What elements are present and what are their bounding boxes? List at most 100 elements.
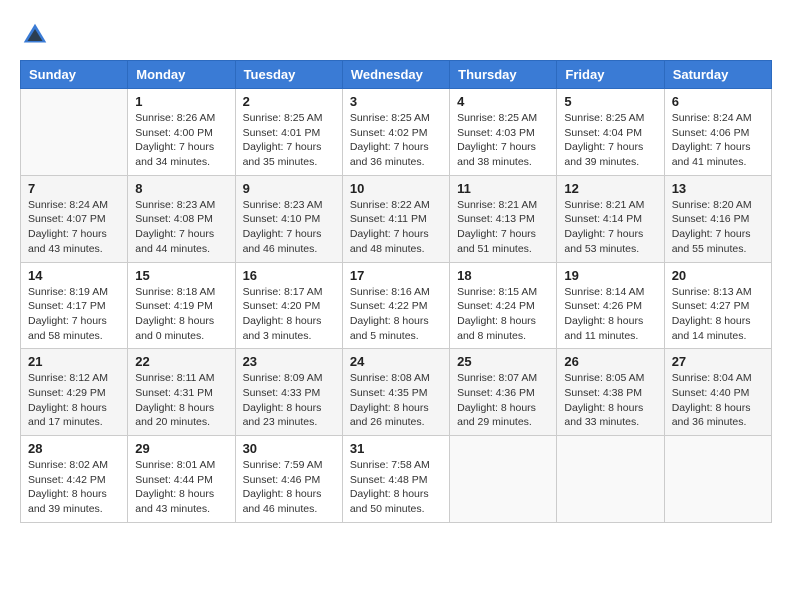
day-number: 12 — [564, 181, 656, 196]
day-number: 30 — [243, 441, 335, 456]
day-number: 11 — [457, 181, 549, 196]
weekday-header-saturday: Saturday — [664, 61, 771, 89]
day-info: Sunrise: 8:25 AMSunset: 4:04 PMDaylight:… — [564, 111, 656, 170]
day-number: 18 — [457, 268, 549, 283]
day-number: 28 — [28, 441, 120, 456]
day-info: Sunrise: 8:22 AMSunset: 4:11 PMDaylight:… — [350, 198, 442, 257]
day-info: Sunrise: 8:21 AMSunset: 4:14 PMDaylight:… — [564, 198, 656, 257]
day-cell: 10 Sunrise: 8:22 AMSunset: 4:11 PMDayligh… — [342, 175, 449, 262]
day-info: Sunrise: 8:01 AMSunset: 4:44 PMDaylight:… — [135, 458, 227, 517]
day-cell: 15 Sunrise: 8:18 AMSunset: 4:19 PMDayligh… — [128, 262, 235, 349]
day-info: Sunrise: 7:59 AMSunset: 4:46 PMDaylight:… — [243, 458, 335, 517]
day-number: 19 — [564, 268, 656, 283]
day-info: Sunrise: 8:24 AMSunset: 4:07 PMDaylight:… — [28, 198, 120, 257]
day-number: 23 — [243, 354, 335, 369]
day-number: 15 — [135, 268, 227, 283]
day-number: 6 — [672, 94, 764, 109]
day-info: Sunrise: 8:24 AMSunset: 4:06 PMDaylight:… — [672, 111, 764, 170]
day-cell — [21, 89, 128, 176]
day-info: Sunrise: 8:17 AMSunset: 4:20 PMDaylight:… — [243, 285, 335, 344]
week-row-3: 14Sunrise: 8:19 AMSunset: 4:17 PMDayligh… — [21, 262, 772, 349]
day-cell: 9 Sunrise: 8:23 AMSunset: 4:10 PMDaylight… — [235, 175, 342, 262]
day-number: 29 — [135, 441, 227, 456]
day-number: 4 — [457, 94, 549, 109]
weekday-header-friday: Friday — [557, 61, 664, 89]
day-cell: 16 Sunrise: 8:17 AMSunset: 4:20 PMDayligh… — [235, 262, 342, 349]
day-cell: 27Sunrise: 8:04 AMSunset: 4:40 PMDayligh… — [664, 349, 771, 436]
week-row-4: 21 Sunrise: 8:12 AMSunset: 4:29 PMDayligh… — [21, 349, 772, 436]
day-cell: 22 Sunrise: 8:11 AMSunset: 4:31 PMDayligh… — [128, 349, 235, 436]
day-cell: 20 Sunrise: 8:13 AMSunset: 4:27 PMDayligh… — [664, 262, 771, 349]
week-row-5: 28 Sunrise: 8:02 AMSunset: 4:42 PMDayligh… — [21, 436, 772, 523]
logo — [20, 20, 52, 50]
weekday-header-thursday: Thursday — [450, 61, 557, 89]
day-info: Sunrise: 8:23 AMSunset: 4:10 PMDaylight:… — [243, 198, 335, 257]
day-cell: 2 Sunrise: 8:25 AMSunset: 4:01 PMDaylight… — [235, 89, 342, 176]
day-cell: 11 Sunrise: 8:21 AMSunset: 4:13 PMDayligh… — [450, 175, 557, 262]
day-cell: 25 Sunrise: 8:07 AMSunset: 4:36 PMDayligh… — [450, 349, 557, 436]
day-cell: 18 Sunrise: 8:15 AMSunset: 4:24 PMDayligh… — [450, 262, 557, 349]
weekday-header-sunday: Sunday — [21, 61, 128, 89]
day-cell: 3 Sunrise: 8:25 AMSunset: 4:02 PMDaylight… — [342, 89, 449, 176]
day-info: Sunrise: 8:23 AMSunset: 4:08 PMDaylight:… — [135, 198, 227, 257]
day-number: 5 — [564, 94, 656, 109]
weekday-header-monday: Monday — [128, 61, 235, 89]
day-cell: 8 Sunrise: 8:23 AMSunset: 4:08 PMDaylight… — [128, 175, 235, 262]
day-number: 20 — [672, 268, 764, 283]
day-number: 31 — [350, 441, 442, 456]
day-cell: 31 Sunrise: 7:58 AMSunset: 4:48 PMDayligh… — [342, 436, 449, 523]
day-number: 8 — [135, 181, 227, 196]
day-info: Sunrise: 8:25 AMSunset: 4:02 PMDaylight:… — [350, 111, 442, 170]
day-info: Sunrise: 8:09 AMSunset: 4:33 PMDaylight:… — [243, 371, 335, 430]
day-info: Sunrise: 8:19 AMSunset: 4:17 PMDaylight:… — [28, 285, 120, 344]
week-row-1: 1Sunrise: 8:26 AMSunset: 4:00 PMDaylight… — [21, 89, 772, 176]
day-number: 27 — [672, 354, 764, 369]
weekday-header-row: SundayMondayTuesdayWednesdayThursdayFrid… — [21, 61, 772, 89]
day-info: Sunrise: 8:21 AMSunset: 4:13 PMDaylight:… — [457, 198, 549, 257]
day-cell: 30 Sunrise: 7:59 AMSunset: 4:46 PMDayligh… — [235, 436, 342, 523]
day-cell: 1Sunrise: 8:26 AMSunset: 4:00 PMDaylight… — [128, 89, 235, 176]
day-cell: 17 Sunrise: 8:16 AMSunset: 4:22 PMDayligh… — [342, 262, 449, 349]
day-cell: 13Sunrise: 8:20 AMSunset: 4:16 PMDayligh… — [664, 175, 771, 262]
day-number: 21 — [28, 354, 120, 369]
day-info: Sunrise: 7:58 AMSunset: 4:48 PMDaylight:… — [350, 458, 442, 517]
calendar: SundayMondayTuesdayWednesdayThursdayFrid… — [20, 60, 772, 523]
day-cell: 14Sunrise: 8:19 AMSunset: 4:17 PMDayligh… — [21, 262, 128, 349]
day-number: 26 — [564, 354, 656, 369]
day-number: 9 — [243, 181, 335, 196]
weekday-header-tuesday: Tuesday — [235, 61, 342, 89]
day-cell: 21 Sunrise: 8:12 AMSunset: 4:29 PMDayligh… — [21, 349, 128, 436]
day-info: Sunrise: 8:11 AMSunset: 4:31 PMDaylight:… — [135, 371, 227, 430]
day-cell — [450, 436, 557, 523]
day-number: 2 — [243, 94, 335, 109]
day-info: Sunrise: 8:25 AMSunset: 4:01 PMDaylight:… — [243, 111, 335, 170]
day-cell: 26Sunrise: 8:05 AMSunset: 4:38 PMDayligh… — [557, 349, 664, 436]
day-info: Sunrise: 8:16 AMSunset: 4:22 PMDaylight:… — [350, 285, 442, 344]
page-header — [20, 20, 772, 50]
day-cell: 28 Sunrise: 8:02 AMSunset: 4:42 PMDayligh… — [21, 436, 128, 523]
day-number: 22 — [135, 354, 227, 369]
week-row-2: 7 Sunrise: 8:24 AMSunset: 4:07 PMDaylight… — [21, 175, 772, 262]
day-cell: 6 Sunrise: 8:24 AMSunset: 4:06 PMDaylight… — [664, 89, 771, 176]
day-info: Sunrise: 8:20 AMSunset: 4:16 PMDaylight:… — [672, 198, 764, 257]
day-cell: 7 Sunrise: 8:24 AMSunset: 4:07 PMDaylight… — [21, 175, 128, 262]
day-number: 3 — [350, 94, 442, 109]
day-info: Sunrise: 8:12 AMSunset: 4:29 PMDaylight:… — [28, 371, 120, 430]
day-number: 7 — [28, 181, 120, 196]
day-info: Sunrise: 8:13 AMSunset: 4:27 PMDaylight:… — [672, 285, 764, 344]
day-info: Sunrise: 8:25 AMSunset: 4:03 PMDaylight:… — [457, 111, 549, 170]
day-number: 25 — [457, 354, 549, 369]
day-number: 24 — [350, 354, 442, 369]
day-number: 17 — [350, 268, 442, 283]
day-cell: 23 Sunrise: 8:09 AMSunset: 4:33 PMDayligh… — [235, 349, 342, 436]
day-info: Sunrise: 8:18 AMSunset: 4:19 PMDaylight:… — [135, 285, 227, 344]
day-info: Sunrise: 8:07 AMSunset: 4:36 PMDaylight:… — [457, 371, 549, 430]
day-info: Sunrise: 8:08 AMSunset: 4:35 PMDaylight:… — [350, 371, 442, 430]
day-cell: 24 Sunrise: 8:08 AMSunset: 4:35 PMDayligh… — [342, 349, 449, 436]
day-cell: 19Sunrise: 8:14 AMSunset: 4:26 PMDayligh… — [557, 262, 664, 349]
day-number: 10 — [350, 181, 442, 196]
day-number: 16 — [243, 268, 335, 283]
day-cell — [557, 436, 664, 523]
day-info: Sunrise: 8:15 AMSunset: 4:24 PMDaylight:… — [457, 285, 549, 344]
day-info: Sunrise: 8:02 AMSunset: 4:42 PMDaylight:… — [28, 458, 120, 517]
